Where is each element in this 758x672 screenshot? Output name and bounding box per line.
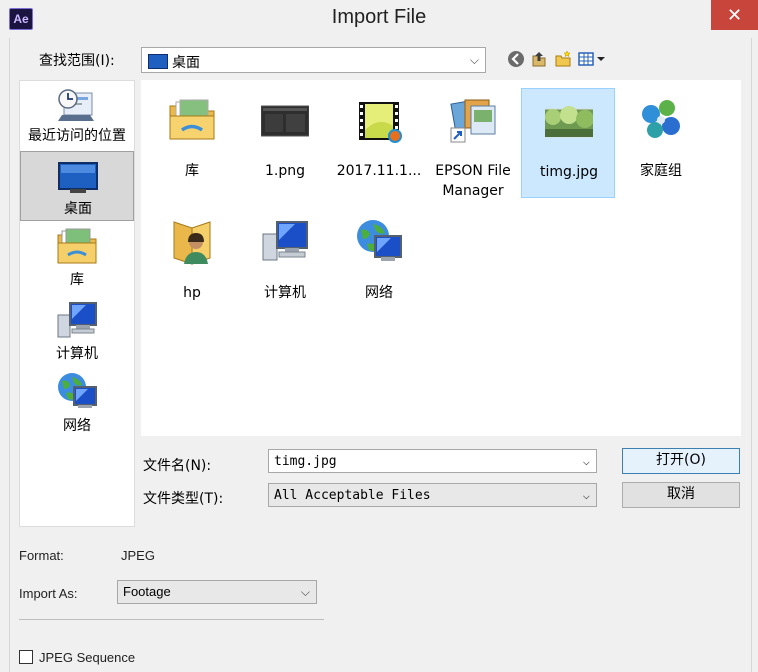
place-label: 网络	[63, 418, 91, 434]
file-type-dropdown[interactable]: All Acceptable Files ⌵	[268, 483, 597, 507]
window-title: Import File	[331, 6, 427, 28]
place-desktop[interactable]: 桌面	[20, 151, 134, 221]
file-type-label: 文件类型(T):	[143, 491, 224, 507]
file-name: hp	[183, 285, 201, 301]
video-thumbnail-icon	[359, 102, 402, 143]
file-name-input[interactable]: timg.jpg ⌵	[268, 449, 597, 473]
file-item-libraries[interactable]: 库	[145, 88, 239, 198]
jpg-thumbnail-icon	[545, 106, 593, 138]
file-name: 计算机	[264, 285, 306, 301]
file-name-label: 文件名(N):	[143, 458, 212, 474]
place-label: 计算机	[56, 346, 98, 362]
recent-places-icon	[58, 89, 94, 121]
chevron-down-icon[interactable]: ⌵	[583, 454, 590, 468]
file-name: 家庭组	[640, 163, 682, 179]
desktop-icon	[148, 54, 168, 69]
file-name-value: timg.jpg	[274, 454, 337, 469]
file-list-view[interactable]: 库 1.png 2017.11.1... EPSON File Manager …	[141, 80, 741, 436]
divider	[19, 619, 324, 620]
file-type-value: All Acceptable Files	[274, 488, 431, 503]
file-item-homegroup[interactable]: 家庭组	[614, 88, 708, 198]
place-network[interactable]: 网络	[20, 367, 134, 437]
file-name: 网络	[365, 285, 393, 301]
homegroup-icon	[642, 100, 680, 138]
format-label: Format:	[19, 548, 64, 563]
title-bar: Ae Import File ✕	[0, 0, 758, 38]
file-item-network[interactable]: 网络	[332, 210, 426, 320]
cancel-button[interactable]: 取消	[622, 482, 740, 508]
close-button[interactable]: ✕	[711, 0, 758, 30]
file-name: 2017.11.1...	[336, 163, 422, 179]
file-item-hp[interactable]: hp	[145, 210, 239, 320]
computer-icon	[262, 221, 308, 261]
place-label: 库	[70, 272, 84, 288]
up-folder-icon[interactable]	[530, 50, 548, 68]
place-computer[interactable]: 计算机	[20, 295, 134, 365]
user-folder-icon	[173, 221, 211, 265]
look-in-value: 桌面	[172, 55, 200, 71]
desktop-icon	[58, 162, 98, 193]
png-thumbnail-icon	[261, 105, 309, 137]
look-in-dropdown[interactable]: 桌面 ⌵	[141, 47, 486, 73]
epson-shortcut-icon	[450, 99, 496, 143]
file-name: 库	[185, 163, 199, 179]
file-item-1-png[interactable]: 1.png	[238, 88, 332, 198]
look-in-label: 查找范围(I):	[39, 53, 115, 69]
format-value: JPEG	[121, 548, 155, 563]
network-icon	[58, 373, 97, 408]
file-item-epson[interactable]: EPSON File Manager	[426, 88, 520, 199]
computer-icon	[57, 302, 97, 338]
libraries-folder-icon	[169, 99, 215, 140]
open-button[interactable]: 打开(O)	[622, 448, 740, 474]
file-name: EPSON File Manager	[435, 163, 511, 199]
jpeg-sequence-label: JPEG Sequence	[39, 650, 136, 665]
jpeg-sequence-checkbox[interactable]	[19, 650, 33, 664]
view-menu-icon[interactable]	[578, 50, 606, 68]
place-label: 桌面	[64, 201, 92, 217]
chevron-down-icon: ⌵	[300, 585, 310, 599]
file-item-timg-jpg[interactable]: timg.jpg	[521, 88, 615, 198]
place-libraries[interactable]: 库	[20, 223, 134, 293]
file-item-video[interactable]: 2017.11.1...	[332, 88, 426, 198]
network-icon	[357, 220, 402, 261]
import-as-value: Footage	[123, 584, 171, 599]
place-label: 最近访问的位置	[28, 128, 126, 144]
file-name: timg.jpg	[539, 164, 599, 180]
import-as-dropdown[interactable]: Footage ⌵	[117, 580, 317, 604]
import-as-label: Import As:	[19, 586, 78, 601]
file-name: 1.png	[264, 163, 305, 179]
back-icon[interactable]	[507, 50, 525, 68]
new-folder-icon[interactable]	[554, 50, 572, 68]
chevron-down-icon: ⌵	[469, 53, 479, 67]
chevron-down-icon: ⌵	[582, 488, 590, 502]
file-item-computer[interactable]: 计算机	[238, 210, 332, 320]
libraries-icon	[57, 228, 97, 264]
places-bar: 最近访问的位置 桌面 库 计算机 网络	[19, 80, 135, 527]
place-recent[interactable]: 最近访问的位置	[20, 81, 134, 149]
